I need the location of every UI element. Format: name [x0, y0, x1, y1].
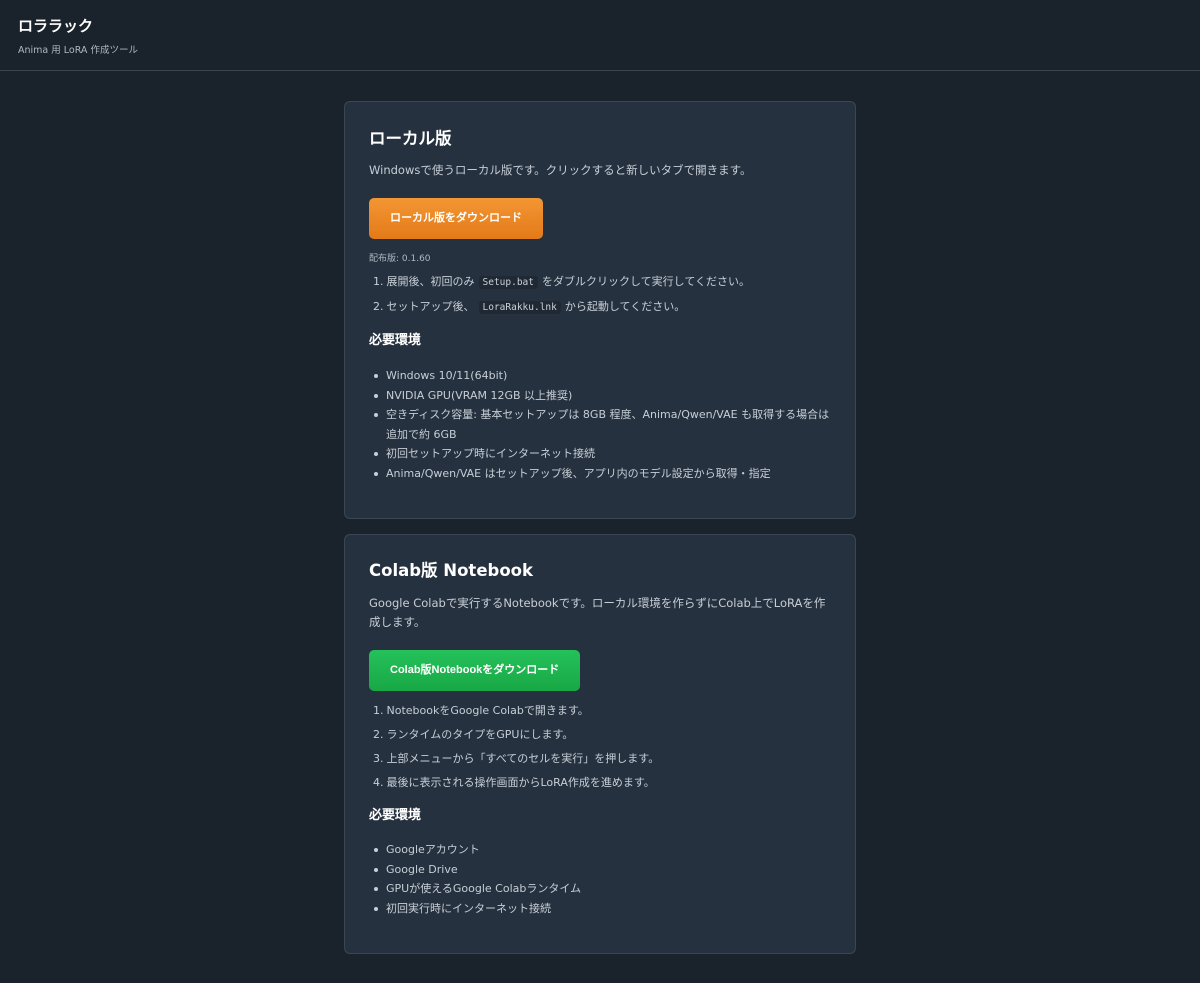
colab-card-description: Google Colabで実行するNotebookです。ローカル環境を作らずにC…: [369, 596, 826, 629]
colab-step: 2. ランタイムのタイプをGPUにします。: [373, 728, 574, 741]
colab-step: 3. 上部メニューから「すべてのセルを実行」を押します。: [373, 752, 660, 765]
requirement-item: Windows 10/11(64bit): [369, 366, 831, 386]
local-step: 2. セットアップ後、 LoraRakku.lnk から起動してください。: [373, 300, 686, 314]
requirement-item: 初回実行時にインターネット接続: [369, 899, 831, 919]
requirement-item: 初回セットアップ時にインターネット接続: [369, 444, 831, 464]
setup-bat-code: Setup.bat: [478, 276, 538, 289]
colab-download-button[interactable]: Colab版Notebookをダウンロード: [369, 650, 581, 691]
version-label: 配布版: 0.1.60: [369, 254, 431, 264]
local-card-description: Windowsで使うローカル版です。クリックすると新しいタブで開きます。: [369, 163, 752, 177]
colab-notebook-card: Colab版 Notebook Google Colabで実行するNoteboo…: [344, 534, 856, 954]
local-requirements-list: Windows 10/11(64bit) NVIDIA GPU(VRAM 12G…: [369, 366, 831, 483]
colab-requirements-title: 必要環境: [369, 808, 422, 823]
local-download-button[interactable]: ローカル版をダウンロード: [369, 198, 543, 239]
local-steps-list: 1. 展開後、初回のみ Setup.bat をダブルクリックして実行してください。 2…: [369, 274, 831, 316]
colab-step: 4. 最後に表示される操作画面からLoRA作成を進めます。: [373, 776, 655, 789]
lnk-code: LoraRakku.lnk: [478, 301, 561, 314]
local-requirements-title: 必要環境: [369, 333, 422, 348]
app-title: ロララック: [18, 17, 94, 35]
requirement-item: Google Drive: [369, 860, 831, 880]
colab-step: 1. NotebookをGoogle Colabで開きます。: [373, 704, 589, 717]
requirement-item: NVIDIA GPU(VRAM 12GB 以上推奨): [369, 386, 831, 406]
colab-card-title: Colab版 Notebook: [369, 561, 533, 580]
app-subtitle: Anima 用 LoRA 作成ツール: [18, 45, 138, 56]
local-version-card: ローカル版 Windowsで使うローカル版です。クリックすると新しいタブで開きま…: [344, 101, 856, 519]
requirement-item: Anima/Qwen/VAE はセットアップ後、アプリ内のモデル設定から取得・指…: [369, 464, 831, 484]
requirement-item: Googleアカウント: [369, 840, 831, 860]
main-content: ローカル版 Windowsで使うローカル版です。クリックすると新しいタブで開きま…: [344, 101, 856, 954]
top-header: ロララック Anima 用 LoRA 作成ツール: [0, 0, 1200, 71]
requirement-item: 空きディスク容量: 基本セットアップは 8GB 程度、Anima/Qwen/VA…: [369, 405, 831, 444]
colab-requirements-list: Googleアカウント Google Drive GPUが使えるGoogle C…: [369, 840, 831, 918]
local-card-title: ローカル版: [369, 129, 452, 148]
colab-steps-list: 1. NotebookをGoogle Colabで開きます。 2. ランタイムのタイ…: [369, 703, 831, 791]
local-step: 1. 展開後、初回のみ Setup.bat をダブルクリックして実行してください。: [373, 275, 750, 289]
requirement-item: GPUが使えるGoogle Colabランタイム: [369, 879, 831, 899]
